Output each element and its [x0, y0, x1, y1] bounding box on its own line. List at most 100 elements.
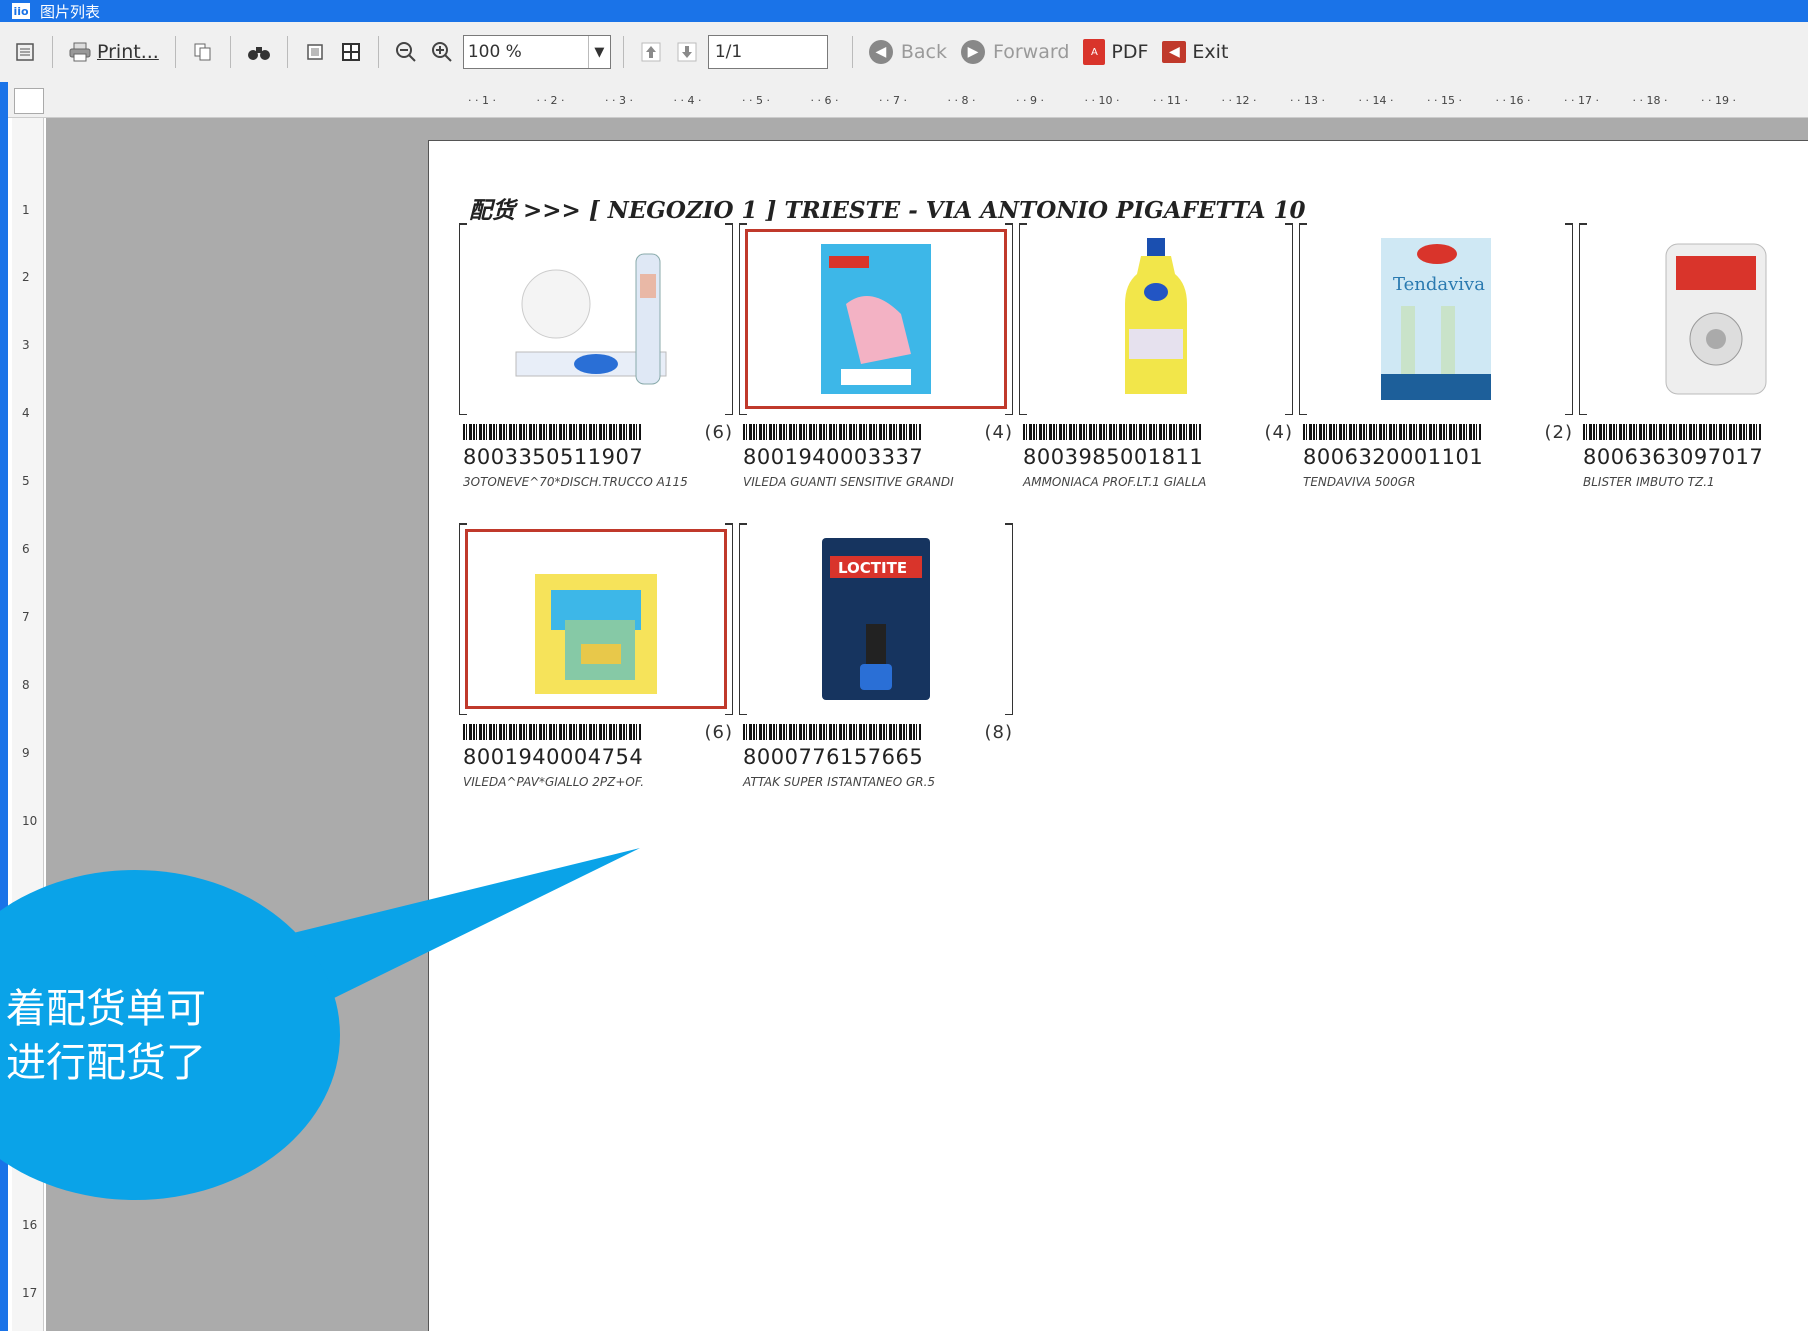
barcode-row: [1583, 421, 1808, 443]
ruler-tick-label: · · 10 ·: [1084, 94, 1120, 107]
product-description: BLISTER IMBUTO TZ.1: [1583, 475, 1715, 489]
ruler-tick-label: 6: [22, 542, 30, 556]
ruler-tick-label: 9: [22, 746, 30, 760]
product-description: VILEDA GUANTI SENSITIVE GRANDI: [743, 475, 954, 489]
report-viewer-window: iio 图片列表 Print... 100 % ▼ 1/1 ◀ Back ▶ F…: [0, 0, 1808, 1331]
ruler-tick-label: 3: [22, 338, 30, 352]
barcode: [1583, 424, 1761, 440]
barcode: [743, 424, 921, 440]
page-number-input[interactable]: 1/1: [707, 35, 828, 69]
pdf-button[interactable]: A PDF: [1079, 34, 1152, 70]
product-quantity: (6): [704, 721, 733, 743]
ruler-tick-label: · · 18 ·: [1632, 94, 1668, 107]
chevron-down-icon[interactable]: ▼: [587, 36, 610, 68]
forward-arrow-icon: ▶: [960, 40, 985, 64]
arrow-down-icon: [677, 42, 697, 62]
svg-text:LOCTITE: LOCTITE: [838, 559, 907, 577]
zoom-out-button[interactable]: [391, 34, 421, 70]
product-quantity: (6): [704, 421, 733, 443]
product-ean: 8001940003337: [743, 445, 924, 469]
toolbar-separator: [851, 36, 853, 68]
previous-page-button[interactable]: [636, 34, 666, 70]
product-image: [1025, 229, 1287, 409]
horizontal-ruler: · · 1 · · · 2 · · · 3 · · · 4 · · · 5 · · · 6…: [428, 94, 1808, 110]
ruler-tick-label: · · 3 ·: [605, 94, 633, 107]
product-image: [465, 529, 727, 709]
ruler-tick-label: · · 12 ·: [1221, 94, 1257, 107]
single-page-button[interactable]: [300, 34, 330, 70]
title-bar: iio 图片列表: [0, 0, 1808, 22]
toolbar-separator: [52, 36, 53, 68]
callout-line-1: 着配货单可: [6, 986, 206, 1032]
horizontal-ruler-bar: · · 1 · · · 2 · · · 3 · · · 4 · · · 5 · · · 6…: [0, 82, 1808, 118]
printer-icon: [69, 42, 91, 62]
product-description: AMMONIACA PROF.LT.1 GIALLA: [1023, 475, 1207, 489]
back-button[interactable]: ◀ Back: [865, 34, 951, 70]
exit-label: Exit: [1192, 41, 1229, 63]
ruler-tick-label: · · 5 ·: [742, 94, 770, 107]
ruler-tick-label: · · 19 ·: [1701, 94, 1736, 107]
barcode: [1023, 424, 1201, 440]
ruler-tick-label: · · 7 ·: [879, 94, 907, 107]
svg-text:Tendaviva: Tendaviva: [1393, 274, 1485, 295]
copy-button[interactable]: [188, 34, 218, 70]
barcode-row: (6): [463, 421, 733, 443]
callout-line-2: 进行配货了: [6, 1040, 206, 1086]
back-arrow-icon: ◀: [868, 40, 893, 64]
next-page-button[interactable]: [672, 34, 702, 70]
toolbar: Print... 100 % ▼ 1/1 ◀ Back ▶ Forward A …: [0, 22, 1808, 82]
window-title: 图片列表: [40, 2, 101, 21]
product-description: TENDAVIVA 500GR: [1303, 475, 1416, 489]
barcode: [463, 424, 641, 440]
zoom-in-button[interactable]: [427, 34, 457, 70]
ruler-tick-label: 8: [22, 678, 30, 692]
single-page-icon: [307, 44, 323, 60]
ruler-tick-label: · · 8 ·: [947, 94, 976, 107]
ruler-corner: [14, 88, 44, 114]
arrow-up-icon: [641, 42, 661, 62]
ruler-tick-label: · · 1 ·: [468, 94, 496, 107]
pdf-label: PDF: [1111, 41, 1149, 63]
copy-icon: [194, 43, 211, 61]
product-description: VILEDA^PAV*GIALLO 2PZ+OF.: [463, 775, 645, 789]
toolbar-separator: [174, 36, 176, 68]
product-image: [465, 229, 727, 409]
toolbar-separator: [622, 36, 624, 68]
barcode: [743, 724, 921, 740]
print-label: Print...: [97, 41, 159, 63]
product-quantity: (4): [1264, 421, 1293, 443]
product-ean: 8003350511907: [463, 445, 644, 469]
product-quantity: (2): [1544, 421, 1573, 443]
back-label: Back: [900, 41, 947, 63]
product-ean: 8006320001101: [1303, 445, 1484, 469]
print-button[interactable]: Print...: [65, 34, 163, 70]
product-image: Tendaviva: [1305, 229, 1567, 409]
find-button[interactable]: [243, 34, 275, 70]
product-description: 3OTONEVE^70*DISCH.TRUCCO A115: [463, 475, 688, 489]
barcode-row: (4): [743, 421, 1013, 443]
zoom-value: 100 %: [467, 42, 522, 62]
ruler-tick-label: 10: [22, 814, 38, 828]
ruler-tick-label: · · 17 ·: [1564, 94, 1599, 107]
product-ean: 8003985001811: [1023, 445, 1204, 469]
ruler-tick-label: 1: [22, 203, 30, 217]
barcode: [463, 724, 641, 740]
exit-button[interactable]: ◀ Exit: [1158, 34, 1232, 70]
ruler-tick-label: · · 13 ·: [1290, 94, 1325, 107]
ruler-tick-label: · · 6 ·: [810, 94, 839, 107]
multi-page-button[interactable]: [336, 34, 366, 70]
forward-button[interactable]: ▶ Forward: [957, 34, 1073, 70]
ruler-tick-label: 2: [22, 270, 30, 284]
zoom-out-icon: [395, 42, 416, 62]
app-icon: iio: [12, 3, 30, 19]
product-image: [1585, 229, 1808, 409]
multi-page-icon: [341, 43, 360, 61]
callout-text: 着配货单可 进行配货了: [6, 982, 206, 1090]
outline-toggle-icon[interactable]: [10, 34, 40, 70]
binoculars-icon: [247, 47, 270, 60]
product-quantity: (4): [984, 421, 1013, 443]
toolbar-separator: [286, 36, 288, 68]
zoom-select[interactable]: 100 % ▼: [462, 35, 611, 69]
product-image: LOCTITE: [745, 529, 1007, 709]
barcode-row: (8): [743, 721, 1013, 743]
